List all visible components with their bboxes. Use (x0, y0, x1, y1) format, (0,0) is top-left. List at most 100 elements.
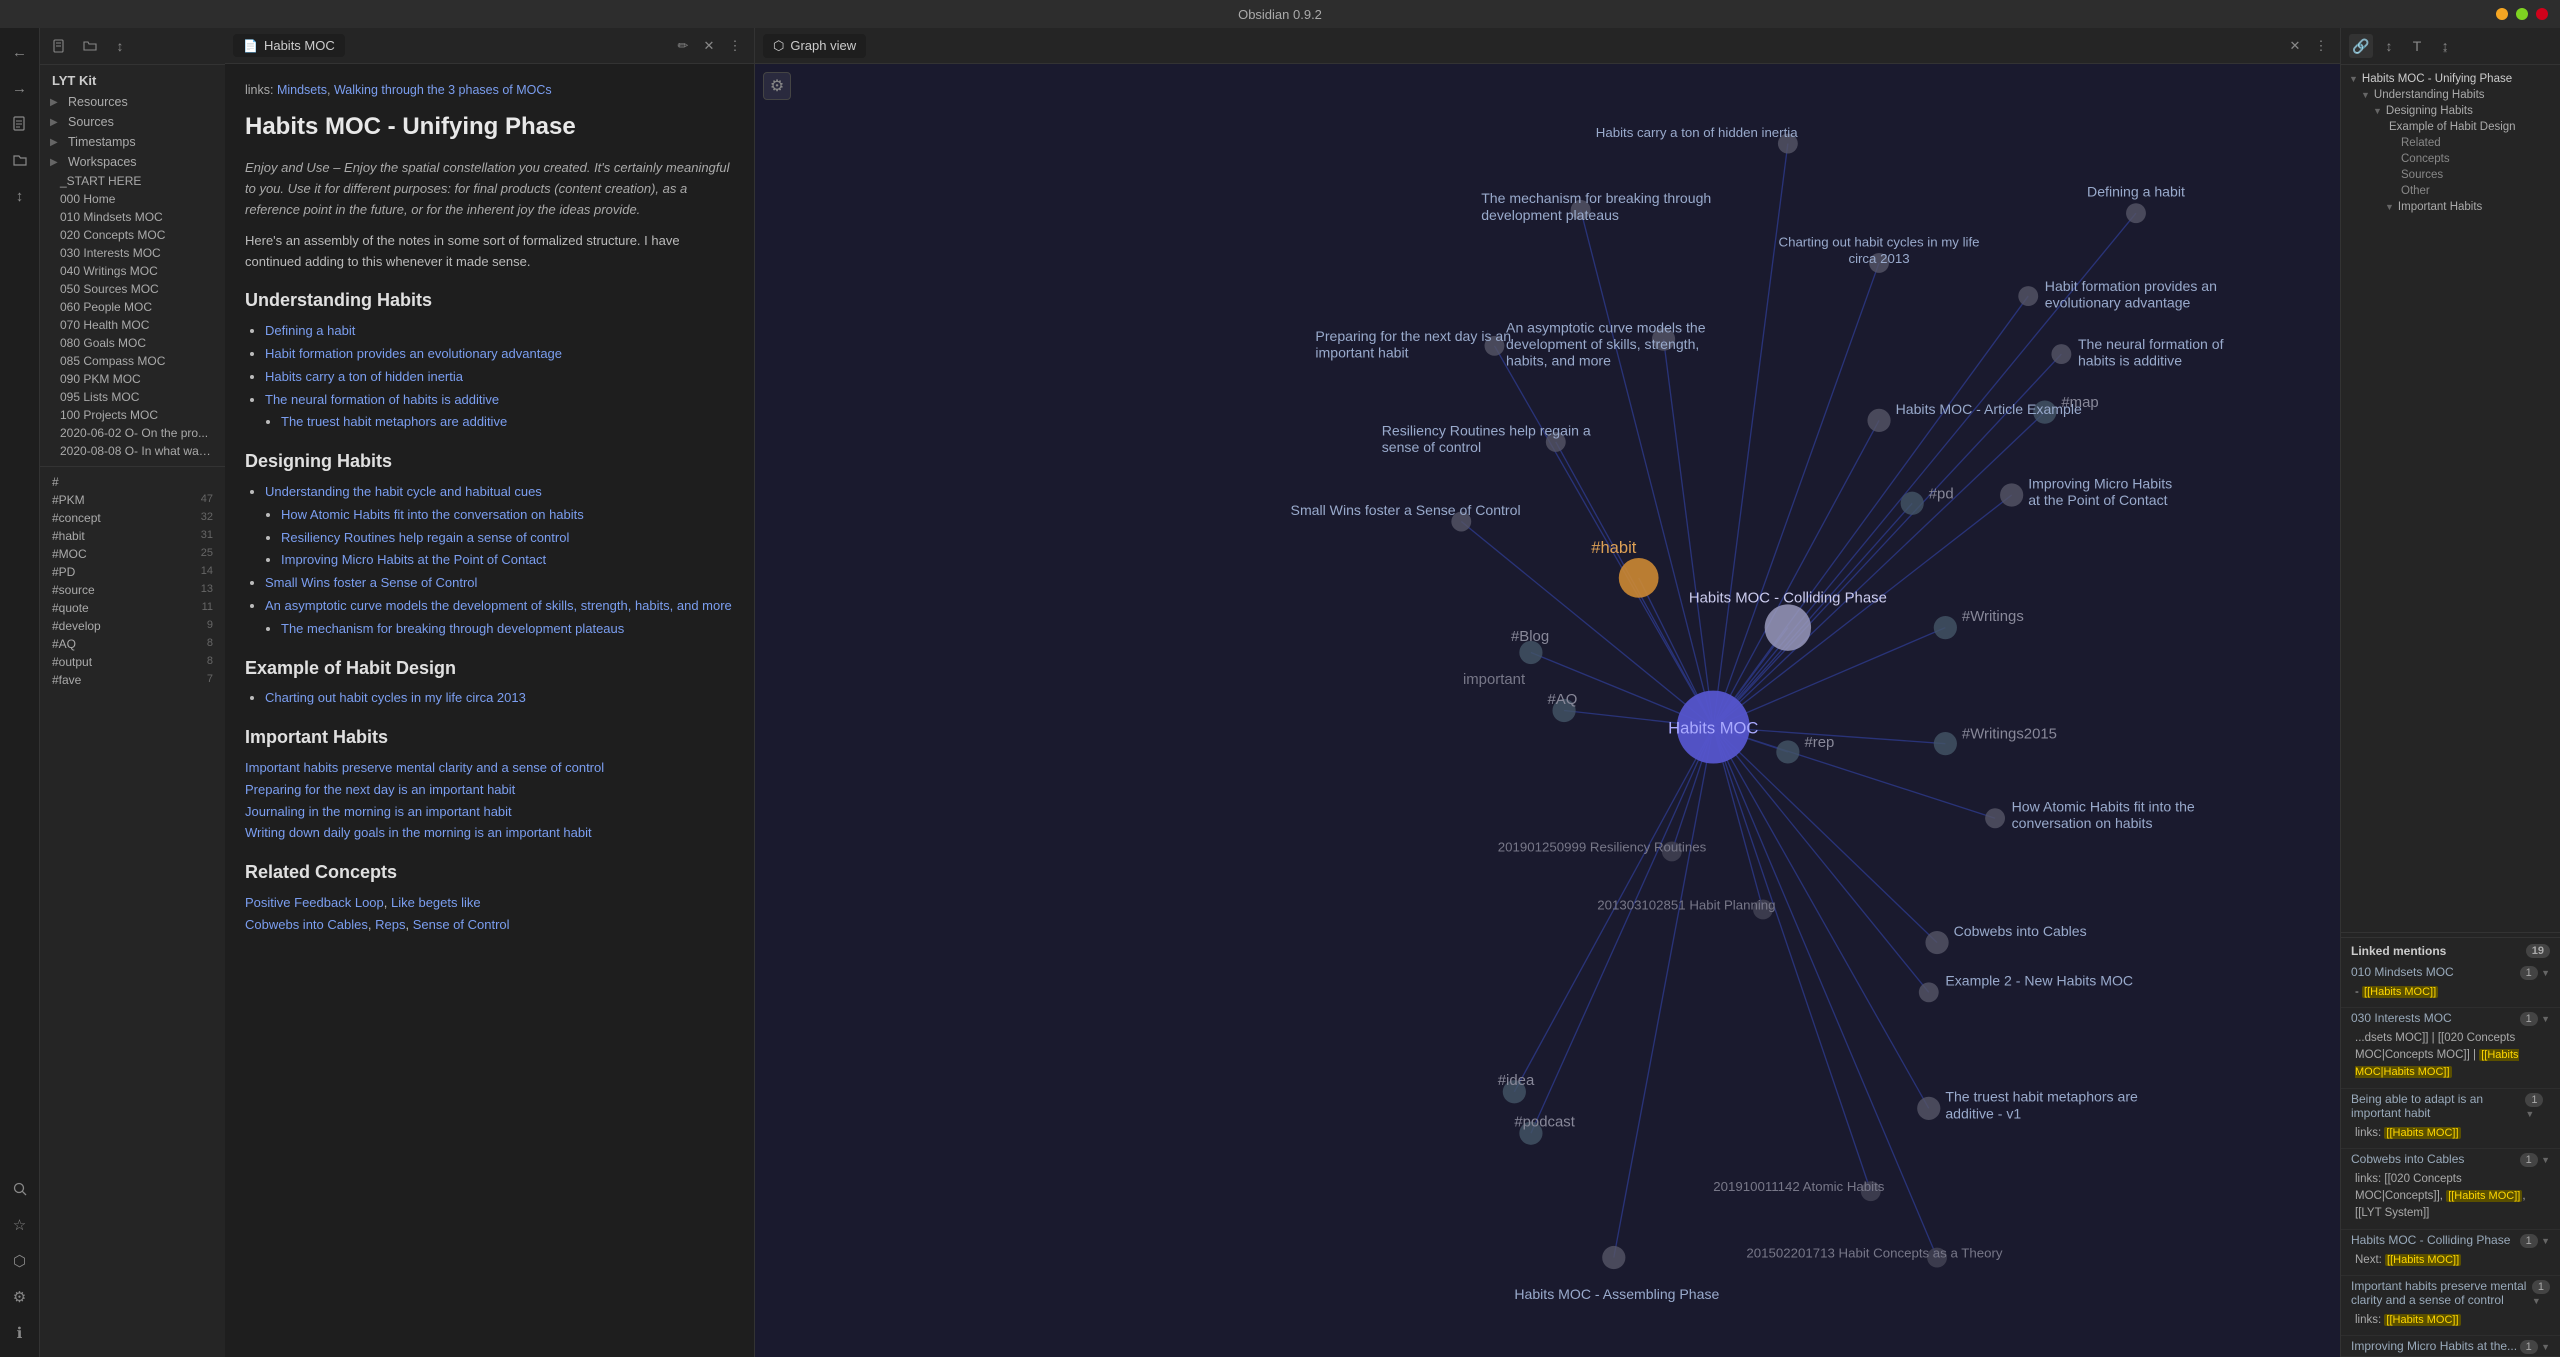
link-sense-of-control[interactable]: Sense of Control (413, 917, 510, 932)
outline-item-designing[interactable]: ▼ Designing Habits (2341, 103, 2560, 119)
link-journaling[interactable]: Journaling in the morning is an importan… (245, 802, 734, 823)
gear-icon[interactable]: ⚙ (4, 1281, 36, 1313)
sidebar-open-folder[interactable] (78, 34, 102, 58)
more-options-icon[interactable]: ⋮ (724, 35, 746, 57)
sidebar-section-timestamps[interactable]: ▶Timestamps (40, 132, 225, 152)
sidebar-item-040[interactable]: 040 Writings MOC (40, 262, 225, 280)
close-btn[interactable] (2536, 8, 2548, 20)
outline-item-other[interactable]: Other (2341, 183, 2560, 199)
mention-group-header[interactable]: 010 Mindsets MOC 1 ▼ (2341, 962, 2560, 982)
outline-item-related[interactable]: Related (2341, 135, 2560, 151)
hashtag-pkm[interactable]: #PKM47 (40, 491, 225, 509)
hashtag-pd[interactable]: #PD14 (40, 563, 225, 581)
outline-item-understanding[interactable]: ▼ Understanding Habits (2341, 87, 2560, 103)
sidebar-item-030[interactable]: 030 Interests MOC (40, 244, 225, 262)
link-habit-formation[interactable]: Habit formation provides an evolutionary… (265, 346, 562, 361)
forward-icon[interactable]: → (4, 72, 36, 104)
hashtag-habit[interactable]: #habit31 (40, 527, 225, 545)
hashtag-fave[interactable]: #fave7 (40, 671, 225, 689)
close-editor-icon[interactable]: ✕ (698, 35, 720, 57)
link-writing-goals[interactable]: Writing down daily goals in the morning … (245, 823, 734, 844)
more-graph-options-icon[interactable]: ⋮ (2310, 35, 2332, 57)
sidebar-item-095[interactable]: 095 Lists MOC (40, 388, 225, 406)
link-habits-inertia[interactable]: Habits carry a ton of hidden inertia (265, 369, 463, 384)
link-phases[interactable]: Walking through the 3 phases of MOCs (334, 83, 552, 97)
sidebar-new-note[interactable] (48, 34, 72, 58)
sidebar-section-sources[interactable]: ▶Sources (40, 112, 225, 132)
maximize-btn[interactable] (2516, 8, 2528, 20)
sidebar-item-start[interactable]: _START HERE (40, 172, 225, 190)
outline-item-root[interactable]: ▼ Habits MOC - Unifying Phase (2341, 71, 2560, 87)
hashtag-concept[interactable]: #concept32 (40, 509, 225, 527)
minimize-btn[interactable] (2496, 8, 2508, 20)
panel-heading-icon[interactable]: T (2405, 34, 2429, 58)
outline-item-sources[interactable]: Sources (2341, 167, 2560, 183)
link-mental-clarity[interactable]: Important habits preserve mental clarity… (245, 758, 734, 779)
graph-canvas[interactable]: ⚙ (755, 64, 2340, 1357)
close-graph-icon[interactable]: ✕ (2284, 35, 2306, 57)
mention-group-header[interactable]: Cobwebs into Cables 1 ▼ (2341, 1149, 2560, 1169)
sidebar-item-20200602[interactable]: 2020-06-02 O- On the pro... (40, 424, 225, 442)
hashtag-aq[interactable]: #AQ8 (40, 635, 225, 653)
hashtag-develop[interactable]: #develop9 (40, 617, 225, 635)
sidebar-item-000[interactable]: 000 Home (40, 190, 225, 208)
sidebar-item-090[interactable]: 090 PKM MOC (40, 370, 225, 388)
sidebar-item-010[interactable]: 010 Mindsets MOC (40, 208, 225, 226)
outline-item-example-design[interactable]: Example of Habit Design (2341, 119, 2560, 135)
link-mindsets[interactable]: Mindsets (277, 83, 327, 97)
hashtag-output[interactable]: #output8 (40, 653, 225, 671)
link-mechanism[interactable]: The mechanism for breaking through devel… (281, 621, 624, 636)
hashtag-source[interactable]: #source13 (40, 581, 225, 599)
link-resiliency[interactable]: Resiliency Routines help regain a sense … (281, 530, 569, 545)
graph-tab[interactable]: ⬡ Graph view (763, 34, 866, 58)
panel-link-icon[interactable]: 🔗 (2349, 34, 2373, 58)
link-next-day[interactable]: Preparing for the next day is an importa… (245, 780, 734, 801)
sidebar-item-080[interactable]: 080 Goals MOC (40, 334, 225, 352)
link-charting[interactable]: Charting out habit cycles in my life cir… (265, 690, 526, 705)
sidebar-item-060[interactable]: 060 People MOC (40, 298, 225, 316)
link-truest[interactable]: The truest habit metaphors are additive (281, 414, 507, 429)
mention-group-header[interactable]: Improving Micro Habits at the... 1 ▼ (2341, 1336, 2560, 1356)
sidebar-item-085[interactable]: 085 Compass MOC (40, 352, 225, 370)
panel-sort2-icon[interactable]: ↨ (2433, 34, 2457, 58)
link-atomic[interactable]: How Atomic Habits fit into the conversat… (281, 507, 584, 522)
hashtag-quote[interactable]: #quote11 (40, 599, 225, 617)
sidebar-section-resources[interactable]: ▶Resources (40, 92, 225, 112)
link-habit-cycle[interactable]: Understanding the habit cycle and habitu… (265, 484, 542, 499)
sort-icon[interactable]: ↕ (4, 180, 36, 212)
editor-content[interactable]: links: Mindsets, Walking through the 3 p… (225, 64, 754, 1357)
sidebar-item-070[interactable]: 070 Health MOC (40, 316, 225, 334)
mention-group-header[interactable]: Habits MOC - Colliding Phase 1 ▼ (2341, 1230, 2560, 1250)
window-controls[interactable] (2496, 8, 2548, 20)
link-neural-formation[interactable]: The neural formation of habits is additi… (265, 392, 499, 407)
back-icon[interactable]: ← (4, 36, 36, 68)
sidebar-item-050[interactable]: 050 Sources MOC (40, 280, 225, 298)
panel-sort-icon[interactable]: ↕ (2377, 34, 2401, 58)
new-note-icon[interactable] (4, 108, 36, 140)
link-small-wins[interactable]: Small Wins foster a Sense of Control (265, 575, 477, 590)
graph-settings-btn[interactable]: ⚙ (763, 72, 791, 100)
link-asymptotic[interactable]: An asymptotic curve models the developme… (265, 598, 732, 613)
link-positive-loop[interactable]: Positive Feedback Loop (245, 895, 384, 910)
link-defining[interactable]: Defining a habit (265, 323, 355, 338)
sidebar-item-100[interactable]: 100 Projects MOC (40, 406, 225, 424)
hashtag-moc[interactable]: #MOC25 (40, 545, 225, 563)
mention-group-header[interactable]: Being able to adapt is an important habi… (2341, 1089, 2560, 1123)
sidebar-item-20200808[interactable]: 2020-08-08 O- In what way... (40, 442, 225, 460)
mention-group-header[interactable]: Important habits preserve mental clarity… (2341, 1276, 2560, 1310)
search-icon[interactable] (4, 1173, 36, 1205)
link-reps[interactable]: Reps (375, 917, 405, 932)
link-cobwebs[interactable]: Cobwebs into Cables (245, 917, 368, 932)
link-micro-habits[interactable]: Improving Micro Habits at the Point of C… (281, 552, 546, 567)
bookmark-icon[interactable]: ☆ (4, 1209, 36, 1241)
sidebar-sort[interactable]: ↕ (108, 34, 132, 58)
outline-item-concepts[interactable]: Concepts (2341, 151, 2560, 167)
editor-tab[interactable]: 📄 Habits MOC (233, 34, 345, 57)
sidebar-section-workspaces[interactable]: ▶Workspaces (40, 152, 225, 172)
sidebar-item-020[interactable]: 020 Concepts MOC (40, 226, 225, 244)
mention-group-header[interactable]: 030 Interests MOC 1 ▼ (2341, 1008, 2560, 1028)
edit-icon[interactable]: ✏ (672, 35, 694, 57)
hashtag-hash[interactable]: # (40, 473, 225, 491)
info-icon[interactable]: ℹ (4, 1317, 36, 1349)
link-like-begets[interactable]: Like begets like (391, 895, 481, 910)
